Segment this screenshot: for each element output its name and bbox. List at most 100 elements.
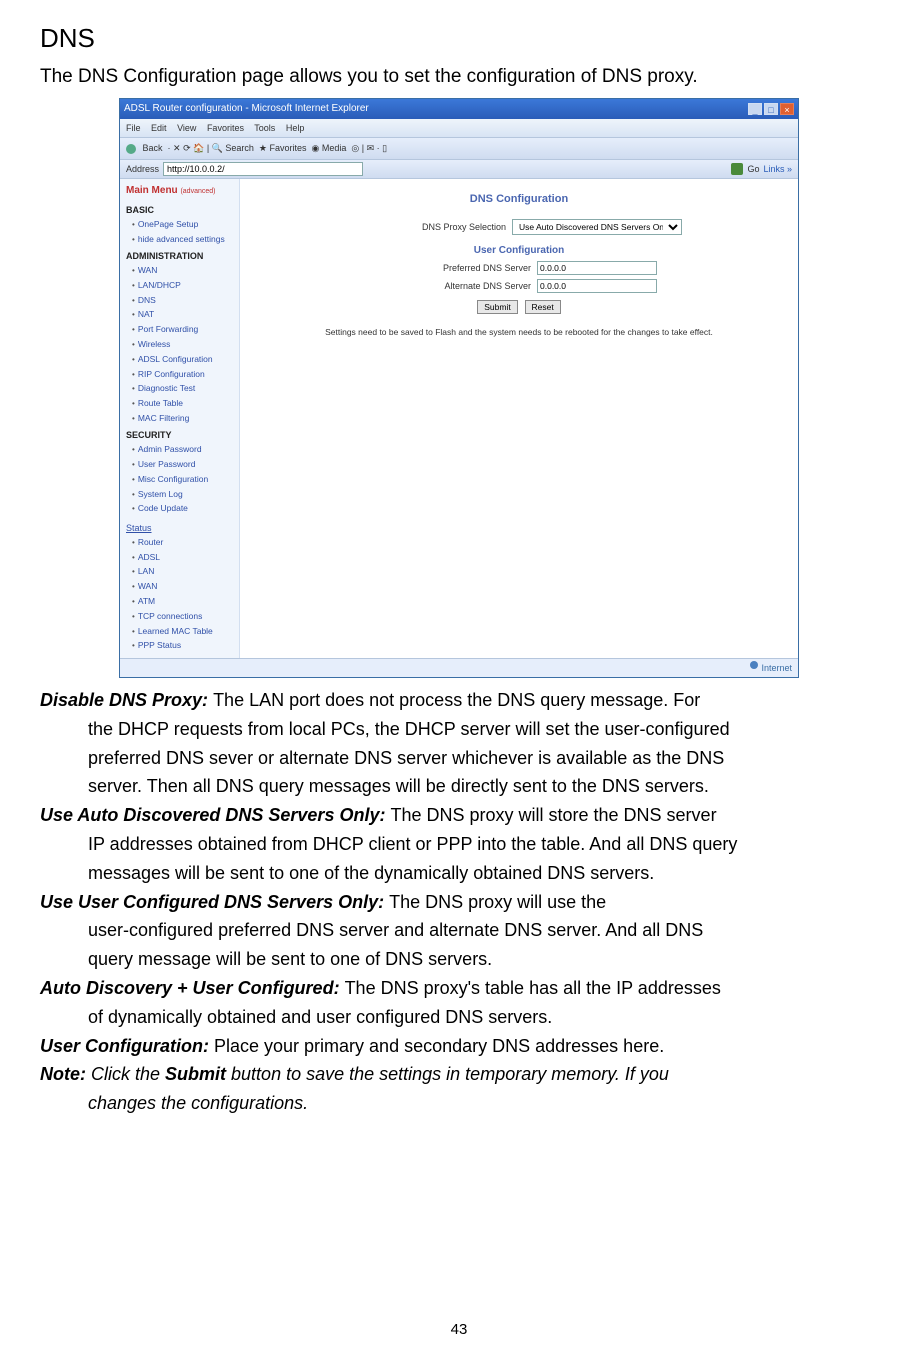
alternate-label: Alternate DNS Server: [381, 279, 531, 293]
address-input[interactable]: [163, 162, 363, 176]
def-disable-c2: preferred DNS sever or alternate DNS ser…: [40, 744, 878, 773]
preferred-input[interactable]: [537, 261, 657, 275]
alternate-input[interactable]: [537, 279, 657, 293]
def-both: Auto Discovery + User Configured: The DN…: [40, 974, 878, 1032]
sidebar-item-dns[interactable]: DNS: [132, 293, 239, 308]
menu-tools[interactable]: Tools: [254, 123, 275, 133]
sidebar-status-header[interactable]: Status: [126, 521, 152, 535]
window-title: ADSL Router configuration - Microsoft In…: [124, 101, 369, 117]
sidebar-item-tcp[interactable]: TCP connections: [132, 609, 239, 624]
minimize-icon[interactable]: _: [748, 103, 762, 115]
def-user-c2: query message will be sent to one of DNS…: [40, 945, 878, 974]
def-auto-term: Use Auto Discovered DNS Servers Only:: [40, 805, 390, 825]
back-label: Back: [143, 143, 163, 153]
sidebar-item-admin-pw[interactable]: Admin Password: [132, 443, 239, 458]
note-post: button to save the settings in temporary…: [226, 1064, 669, 1084]
note-bold: Submit: [165, 1064, 226, 1084]
def-auto-first: The DNS proxy will store the DNS server: [390, 805, 716, 825]
sidebar-item-wan[interactable]: WAN: [132, 264, 239, 279]
sidebar-item-wan-status[interactable]: WAN: [132, 580, 239, 595]
intro-text: The DNS Configuration page allows you to…: [40, 62, 878, 92]
sidebar-item-lan-status[interactable]: LAN: [132, 565, 239, 580]
def-user-first: The DNS proxy will use the: [389, 892, 606, 912]
preferred-label: Preferred DNS Server: [381, 261, 531, 275]
back-icon[interactable]: [126, 144, 136, 154]
window-controls: _ □ ×: [748, 103, 794, 115]
sidebar-item-router[interactable]: Router: [132, 535, 239, 550]
sidebar-basic-header: BASIC: [126, 203, 239, 217]
sidebar-item-hide-advanced[interactable]: hide advanced settings: [132, 232, 239, 247]
statusbar: Internet: [120, 658, 798, 677]
menu-file[interactable]: File: [126, 123, 141, 133]
menu-edit[interactable]: Edit: [151, 123, 167, 133]
note-line: Note: Click the Submit button to save th…: [40, 1060, 878, 1118]
menu-help[interactable]: Help: [286, 123, 305, 133]
def-uc-first: Place your primary and secondary DNS add…: [214, 1036, 664, 1056]
def-disable: Disable DNS Proxy: The LAN port does not…: [40, 686, 878, 801]
search-label: Search: [225, 143, 254, 153]
statusbar-text: Internet: [761, 661, 792, 675]
def-user: Use User Configured DNS Servers Only: Th…: [40, 888, 878, 974]
maximize-icon[interactable]: □: [764, 103, 778, 115]
proxy-label: DNS Proxy Selection: [356, 220, 506, 234]
sidebar-item-rip[interactable]: RIP Configuration: [132, 367, 239, 382]
submit-button[interactable]: Submit: [477, 300, 517, 314]
go-icon[interactable]: [731, 163, 743, 175]
def-auto-c2: messages will be sent to one of the dyna…: [40, 859, 878, 888]
def-disable-first: The LAN port does not process the DNS qu…: [213, 690, 700, 710]
menu-view[interactable]: View: [177, 123, 196, 133]
def-disable-term: Disable DNS Proxy:: [40, 690, 213, 710]
sidebar-item-code-update[interactable]: Code Update: [132, 502, 239, 517]
def-auto: Use Auto Discovered DNS Servers Only: Th…: [40, 801, 878, 887]
panel-title: DNS Configuration: [250, 183, 788, 217]
sidebar-item-syslog[interactable]: System Log: [132, 487, 239, 502]
sidebar-security-header: SECURITY: [126, 428, 239, 442]
def-uc-term: User Configuration:: [40, 1036, 214, 1056]
sidebar-item-lan[interactable]: LAN/DHCP: [132, 278, 239, 293]
sidebar-admin-header: ADMINISTRATION: [126, 249, 239, 263]
go-label: Go: [747, 162, 759, 176]
sidebar-item-adsl-config[interactable]: ADSL Configuration: [132, 352, 239, 367]
def-disable-c1: the DHCP requests from local PCs, the DH…: [40, 715, 878, 744]
def-both-c1: of dynamically obtained and user configu…: [40, 1003, 878, 1032]
sidebar-item-adsl[interactable]: ADSL: [132, 550, 239, 565]
toolbar: Back · ✕ ⟳ 🏠 | 🔍 Search ★ Favorites ◉ Me…: [120, 138, 798, 159]
sidebar-item-user-pw[interactable]: User Password: [132, 457, 239, 472]
def-both-first: The DNS proxy's table has all the IP add…: [345, 978, 721, 998]
sidebar-item-nat[interactable]: NAT: [132, 308, 239, 323]
ie-window: ADSL Router configuration - Microsoft In…: [119, 98, 799, 678]
sidebar-item-misc[interactable]: Misc Configuration: [132, 472, 239, 487]
sidebar-item-mac-filtering[interactable]: MAC Filtering: [132, 412, 239, 427]
favorites-label: Favorites: [269, 143, 306, 153]
reset-button[interactable]: Reset: [525, 300, 561, 314]
close-icon[interactable]: ×: [780, 103, 794, 115]
address-bar: Address Go Links »: [120, 160, 798, 179]
sidebar-item-wireless[interactable]: Wireless: [132, 338, 239, 353]
definitions: Disable DNS Proxy: The LAN port does not…: [40, 686, 878, 1118]
def-user-c1: user-configured preferred DNS server and…: [40, 916, 878, 945]
def-user-term: Use User Configured DNS Servers Only:: [40, 892, 389, 912]
page-heading: DNS: [40, 18, 878, 60]
links-label[interactable]: Links »: [763, 162, 792, 176]
menu-favorites[interactable]: Favorites: [207, 123, 244, 133]
address-label: Address: [126, 162, 159, 176]
proxy-select[interactable]: Use Auto Discovered DNS Servers Only: [512, 219, 682, 235]
internet-icon: [750, 661, 758, 669]
def-disable-c3: server. Then all DNS query messages will…: [40, 772, 878, 801]
sidebar-item-ppp-status[interactable]: PPP Status: [132, 639, 239, 654]
user-conf-header: User Configuration: [250, 243, 788, 259]
sidebar-item-atm[interactable]: ATM: [132, 594, 239, 609]
def-uc: User Configuration: Place your primary a…: [40, 1032, 878, 1061]
menubar: File Edit View Favorites Tools Help: [120, 119, 798, 138]
content-area: Main Menu (advanced) BASIC OnePage Setup…: [120, 179, 798, 657]
sidebar-item-route-table[interactable]: Route Table: [132, 397, 239, 412]
save-note: Settings need to be saved to Flash and t…: [250, 326, 788, 340]
def-both-term: Auto Discovery + User Configured:: [40, 978, 345, 998]
titlebar: ADSL Router configuration - Microsoft In…: [120, 99, 798, 119]
sidebar-main-menu: Main Menu (advanced): [126, 183, 239, 201]
screenshot: ADSL Router configuration - Microsoft In…: [119, 98, 799, 678]
sidebar-item-port-forwarding[interactable]: Port Forwarding: [132, 323, 239, 338]
sidebar-item-onepage[interactable]: OnePage Setup: [132, 218, 239, 233]
sidebar-item-learned-mac[interactable]: Learned MAC Table: [132, 624, 239, 639]
sidebar-item-diagnostic[interactable]: Diagnostic Test: [132, 382, 239, 397]
